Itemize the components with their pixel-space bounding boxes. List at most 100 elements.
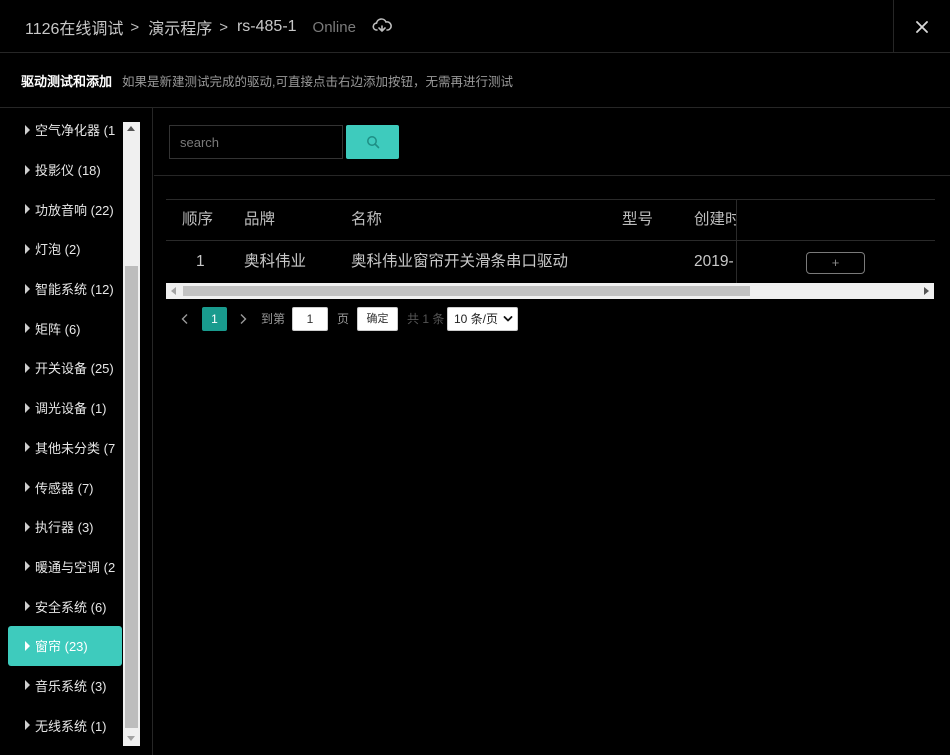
sidebar-item-category[interactable]: 音乐系统 (3) <box>8 666 122 706</box>
chevron-down-icon <box>503 316 513 322</box>
breadcrumb-item-device: rs-485-1 <box>236 18 297 35</box>
caret-right-icon <box>25 243 30 254</box>
goto-confirm-button[interactable]: 确定 <box>357 307 398 331</box>
total-count: 共 1 条 <box>407 312 445 326</box>
close-icon <box>916 20 928 33</box>
sidebar-item-label: 安全系统 (6) <box>35 599 107 615</box>
sidebar-item-label: 矩阵 (6) <box>35 321 81 337</box>
cell-brand: 奥科伟业 <box>244 253 307 270</box>
sidebar-item-category[interactable]: 投影仪 (18) <box>8 150 122 190</box>
sidebar-item-category[interactable]: 窗帘 (23) <box>8 625 122 666</box>
goto-page-input[interactable] <box>292 307 328 331</box>
sidebar-item-category[interactable]: 执行器 (3) <box>8 507 122 547</box>
column-header-created: 创建时 <box>694 211 736 228</box>
sidebar-item-category[interactable]: 调光设备 (1) <box>8 388 122 428</box>
sidebar-item-label: 智能系统 (12) <box>35 282 114 298</box>
sidebar-item-label: 其他未分类 (7 <box>35 440 116 456</box>
sidebar-item-label: 传感器 (7) <box>35 480 94 496</box>
sidebar-item-category[interactable]: 智能系统 (12) <box>8 269 122 309</box>
sidebar-item-label: 音乐系统 (3) <box>35 678 107 694</box>
header-bar: 1126在线调试 > 演示程序 > rs-485-1 Online <box>0 0 950 53</box>
caret-right-icon <box>25 323 30 334</box>
cell-index: 1 <box>196 253 205 270</box>
chevron-right-icon: > <box>130 18 140 36</box>
search-button[interactable] <box>346 125 399 159</box>
caret-right-icon <box>25 482 30 493</box>
add-driver-button[interactable]: + <box>806 252 865 274</box>
caret-right-icon <box>25 362 30 373</box>
sidebar-item-label: 功放音响 (22) <box>35 202 114 218</box>
sidebar-item-label: 开关设备 (25) <box>35 361 114 377</box>
caret-right-icon <box>25 561 30 572</box>
action-column: + <box>736 199 935 283</box>
next-page-button[interactable] <box>236 307 250 331</box>
sidebar-scrollbar[interactable] <box>123 122 140 746</box>
chevron-left-icon <box>181 314 188 324</box>
sidebar-item-category[interactable]: 其他未分类 (7 <box>8 428 122 468</box>
close-button[interactable] <box>893 0 950 53</box>
sidebar-item-category[interactable]: 功放音响 (22) <box>8 189 122 229</box>
caret-right-icon <box>25 680 30 691</box>
sidebar-item-category[interactable]: 灯泡 (2) <box>8 229 122 269</box>
action-column-header <box>737 199 935 241</box>
sidebar-item-label: 投影仪 (18) <box>35 163 101 179</box>
driver-table: 顺序 品牌 名称 型号 创建时 1 奥科伟业 奥科伟业窗帘开关滑条串口驱动 20… <box>166 199 935 309</box>
caret-right-icon <box>25 601 30 612</box>
scroll-right-arrow-icon[interactable] <box>924 287 929 295</box>
prev-page-button[interactable] <box>178 307 192 331</box>
scrollbar-thumb[interactable] <box>125 266 138 728</box>
column-header-name: 名称 <box>351 211 383 228</box>
caret-right-icon <box>25 442 30 453</box>
caret-right-icon <box>25 204 30 215</box>
goto-label: 到第 <box>261 312 286 326</box>
scroll-down-arrow-icon[interactable] <box>127 736 135 741</box>
table-horizontal-scrollbar[interactable] <box>166 283 934 299</box>
sidebar-item-label: 窗帘 (23) <box>35 639 88 655</box>
cell-name: 奥科伟业窗帘开关滑条串口驱动 <box>351 253 569 270</box>
scroll-up-arrow-icon[interactable] <box>127 126 135 131</box>
breadcrumb-item-program[interactable]: 演示程序 <box>148 15 212 39</box>
caret-right-icon <box>25 640 30 651</box>
driver-test-header: 驱动测试和添加 如果是新建测试完成的驱动,可直接点击右边添加按钮，无需再进行测试 <box>0 53 950 108</box>
sidebar-item-category[interactable]: 开关设备 (25) <box>8 348 122 388</box>
category-sidebar: 空气净化器 (1 投影仪 (18) 功放音响 (22) 灯泡 (2) 智能系统 (12)… <box>0 108 153 755</box>
main-panel: 顺序 品牌 名称 型号 创建时 1 奥科伟业 奥科伟业窗帘开关滑条串口驱动 20… <box>154 108 950 755</box>
connection-status: Online <box>312 18 356 36</box>
cell-created: 2019- <box>694 253 734 270</box>
caret-right-icon <box>25 720 30 731</box>
sidebar-item-label: 灯泡 (2) <box>35 242 81 258</box>
breadcrumb: 1126在线调试 > 演示程序 > rs-485-1 Online <box>25 15 392 39</box>
sidebar-item-category[interactable]: 安全系统 (6) <box>8 586 122 626</box>
sidebar-item-category[interactable]: 空气净化器 (1 <box>8 110 122 150</box>
search-icon <box>366 136 379 149</box>
sidebar-item-category[interactable]: 传感器 (7) <box>8 467 122 507</box>
page-number-current[interactable]: 1 <box>202 307 227 331</box>
sidebar-item-category[interactable]: 矩阵 (6) <box>8 308 122 348</box>
sidebar-item-category[interactable]: 无线系统 (1) <box>8 705 122 745</box>
caret-right-icon <box>25 164 30 175</box>
caret-right-icon <box>25 124 30 135</box>
column-header-index: 顺序 <box>182 211 214 228</box>
sidebar-item-label: 无线系统 (1) <box>35 718 107 734</box>
search-input[interactable] <box>169 125 343 159</box>
chevron-right-icon: > <box>219 18 228 36</box>
column-header-model: 型号 <box>622 211 654 228</box>
search-bar <box>154 108 950 176</box>
sidebar-item-category[interactable]: 暖通与空调 (2 <box>8 547 122 587</box>
caret-right-icon <box>25 283 30 294</box>
scrollbar-thumb[interactable] <box>183 286 750 296</box>
scroll-left-arrow-icon[interactable] <box>171 287 176 295</box>
chevron-right-icon <box>240 314 247 324</box>
cloud-sync-icon[interactable] <box>372 18 392 36</box>
page-unit-label: 页 <box>337 312 350 326</box>
section-title: 驱动测试和添加 <box>21 73 113 89</box>
page-size-value: 10 条/页 <box>454 312 499 326</box>
category-list: 空气净化器 (1 投影仪 (18) 功放音响 (22) 灯泡 (2) 智能系统 (12)… <box>8 110 122 745</box>
sidebar-item-label: 调光设备 (1) <box>35 401 107 417</box>
caret-right-icon <box>25 402 30 413</box>
breadcrumb-item-project[interactable]: 1126在线调试 <box>25 15 123 39</box>
page-size-select[interactable]: 10 条/页 <box>447 307 518 331</box>
sidebar-item-label: 暖通与空调 (2 <box>35 559 116 575</box>
section-hint: 如果是新建测试完成的驱动,可直接点击右边添加按钮，无需再进行测试 <box>122 74 513 89</box>
sidebar-item-label: 空气净化器 (1 <box>35 123 116 139</box>
